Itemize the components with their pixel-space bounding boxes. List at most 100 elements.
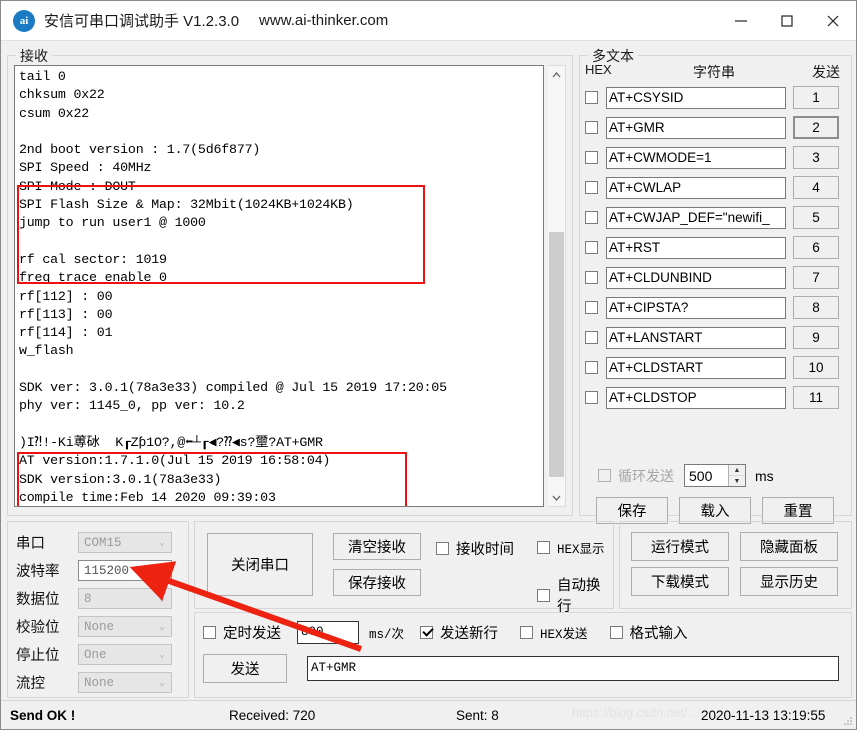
serial-setting-row: 校验位 None ⌄ (16, 614, 172, 639)
multitext-header-string: 字符串 (693, 62, 735, 82)
stepper-down-icon[interactable]: ▼ (729, 475, 745, 486)
multitext-row: AT+CLDSTOP 11 (585, 385, 848, 410)
multitext-hex-checkbox[interactable] (585, 361, 598, 374)
send-interval-input[interactable]: 800 (297, 621, 359, 644)
multitext-hex-checkbox[interactable] (585, 151, 598, 164)
multitext-send-button[interactable]: 9 (793, 326, 839, 349)
scroll-down-icon[interactable] (548, 489, 565, 506)
multitext-hex-checkbox[interactable] (585, 301, 598, 314)
chevron-down-icon[interactable]: ⌄ (159, 621, 165, 633)
chevron-down-icon[interactable]: ⌄ (159, 537, 165, 549)
save-receive-button[interactable]: 保存接收 (333, 569, 421, 596)
chevron-down-icon[interactable]: ⌄ (159, 593, 165, 605)
receive-textarea[interactable]: tail 0 chksum 0x22 csum 0x22 2nd boot ve… (14, 65, 544, 507)
loop-send-checkbox[interactable] (598, 469, 611, 482)
close-icon[interactable] (810, 1, 856, 41)
serial-setting-label: 波特率 (16, 560, 78, 581)
show-history-button[interactable]: 显示历史 (740, 567, 838, 596)
download-mode-button[interactable]: 下载模式 (631, 567, 729, 596)
load-button[interactable]: 载入 (679, 497, 751, 524)
multitext-send-button[interactable]: 7 (793, 266, 839, 289)
multitext-command-input[interactable]: AT+CIPSTA? (606, 297, 786, 319)
auto-wrap-checkbox[interactable] (537, 589, 550, 602)
multitext-send-button[interactable]: 4 (793, 176, 839, 199)
run-mode-button[interactable]: 运行模式 (631, 532, 729, 561)
multitext-header-send: 发送 (812, 62, 840, 82)
multitext-command-input[interactable]: AT+LANSTART (606, 327, 786, 349)
chevron-down-icon[interactable]: ⌄ (159, 677, 165, 689)
serial-setting-combo[interactable]: 8 ⌄ (78, 588, 172, 609)
multitext-hex-checkbox[interactable] (585, 181, 598, 194)
serial-setting-combo[interactable]: None ⌄ (78, 672, 172, 693)
serial-setting-combo[interactable]: None ⌄ (78, 616, 172, 637)
scroll-up-icon[interactable] (548, 66, 565, 83)
scrollbar-thumb[interactable] (549, 232, 564, 477)
serial-setting-label: 流控 (16, 672, 78, 693)
multitext-hex-checkbox[interactable] (585, 271, 598, 284)
stepper-buttons[interactable]: ▲ ▼ (728, 465, 745, 486)
multitext-send-button[interactable]: 6 (793, 236, 839, 259)
minimize-icon[interactable] (718, 1, 764, 41)
loop-interval-value[interactable]: 500 (685, 468, 728, 484)
window-url-label: www.ai-thinker.com (259, 12, 388, 29)
serial-debug-assistant-window: ai 安信可串口调试助手 V1.2.3.0 www.ai-thinker.com… (0, 0, 857, 730)
auto-wrap-checkbox-row[interactable]: 自动换行 (537, 574, 613, 616)
loop-send-row: 循环发送 500 ▲ ▼ ms (598, 464, 774, 487)
timed-send-checkbox[interactable] (203, 626, 216, 639)
multitext-send-button[interactable]: 3 (793, 146, 839, 169)
multitext-send-button[interactable]: 1 (793, 86, 839, 109)
multitext-hex-checkbox[interactable] (585, 331, 598, 344)
stepper-up-icon[interactable]: ▲ (729, 465, 745, 475)
multitext-row: AT+CWLAP 4 (585, 175, 848, 200)
send-button[interactable]: 发送 (203, 654, 287, 683)
multitext-command-input[interactable]: AT+GMR (606, 117, 786, 139)
hide-panel-button[interactable]: 隐藏面板 (740, 532, 838, 561)
multitext-command-input[interactable]: AT+CLDSTOP (606, 387, 786, 409)
resize-grip-icon[interactable] (843, 716, 853, 726)
serial-setting-combo[interactable]: One ⌄ (78, 644, 172, 665)
multitext-command-input[interactable]: AT+CWMODE=1 (606, 147, 786, 169)
multitext-command-input[interactable]: AT+CSYSID (606, 87, 786, 109)
multitext-row: AT+CIPSTA? 8 (585, 295, 848, 320)
format-input-label: 格式输入 (630, 622, 688, 643)
multitext-command-input[interactable]: AT+RST (606, 237, 786, 259)
send-command-input[interactable]: AT+GMR (307, 656, 839, 681)
window-title: 安信可串口调试助手 V1.2.3.0 (44, 10, 239, 31)
serial-setting-combo[interactable]: 115200 (78, 560, 172, 581)
multitext-command-input[interactable]: AT+CWLAP (606, 177, 786, 199)
close-port-button[interactable]: 关闭串口 (207, 533, 313, 596)
multitext-hex-checkbox[interactable] (585, 391, 598, 404)
multitext-hex-checkbox[interactable] (585, 211, 598, 224)
multitext-hex-checkbox[interactable] (585, 91, 598, 104)
send-newline-checkbox[interactable] (420, 626, 433, 639)
multitext-send-button[interactable]: 10 (793, 356, 839, 379)
reset-button[interactable]: 重置 (762, 497, 834, 524)
loop-interval-stepper[interactable]: 500 ▲ ▼ (684, 464, 746, 487)
multitext-command-input[interactable]: AT+CLDSTART (606, 357, 786, 379)
maximize-icon[interactable] (764, 1, 810, 41)
send-newline-label: 发送新行 (440, 622, 498, 643)
serial-setting-label: 校验位 (16, 616, 78, 637)
multitext-send-button[interactable]: 2 (793, 116, 839, 139)
multitext-send-button[interactable]: 8 (793, 296, 839, 319)
clear-receive-button[interactable]: 清空接收 (333, 533, 421, 560)
hex-send-checkbox[interactable] (520, 626, 533, 639)
multitext-send-button[interactable]: 5 (793, 206, 839, 229)
multitext-command-input[interactable]: AT+CWJAP_DEF="newifi_ (606, 207, 786, 229)
multitext-hex-checkbox[interactable] (585, 121, 598, 134)
receive-time-label: 接收时间 (456, 538, 514, 559)
multitext-hex-checkbox[interactable] (585, 241, 598, 254)
receive-time-checkbox[interactable] (436, 542, 449, 555)
hex-display-checkbox[interactable] (537, 541, 550, 554)
chevron-down-icon[interactable]: ⌄ (159, 649, 165, 661)
format-input-checkbox[interactable] (610, 626, 623, 639)
app-logo-icon: ai (13, 10, 35, 32)
multitext-command-input[interactable]: AT+CLDUNBIND (606, 267, 786, 289)
multitext-send-button[interactable]: 11 (793, 386, 839, 409)
receive-time-checkbox-row[interactable]: 接收时间 (436, 538, 514, 559)
hex-display-checkbox-row[interactable]: HEX显示 (537, 538, 605, 557)
save-button[interactable]: 保存 (596, 497, 668, 524)
receive-scrollbar[interactable] (548, 65, 566, 507)
window-controls (718, 1, 856, 41)
serial-setting-combo[interactable]: COM15 ⌄ (78, 532, 172, 553)
